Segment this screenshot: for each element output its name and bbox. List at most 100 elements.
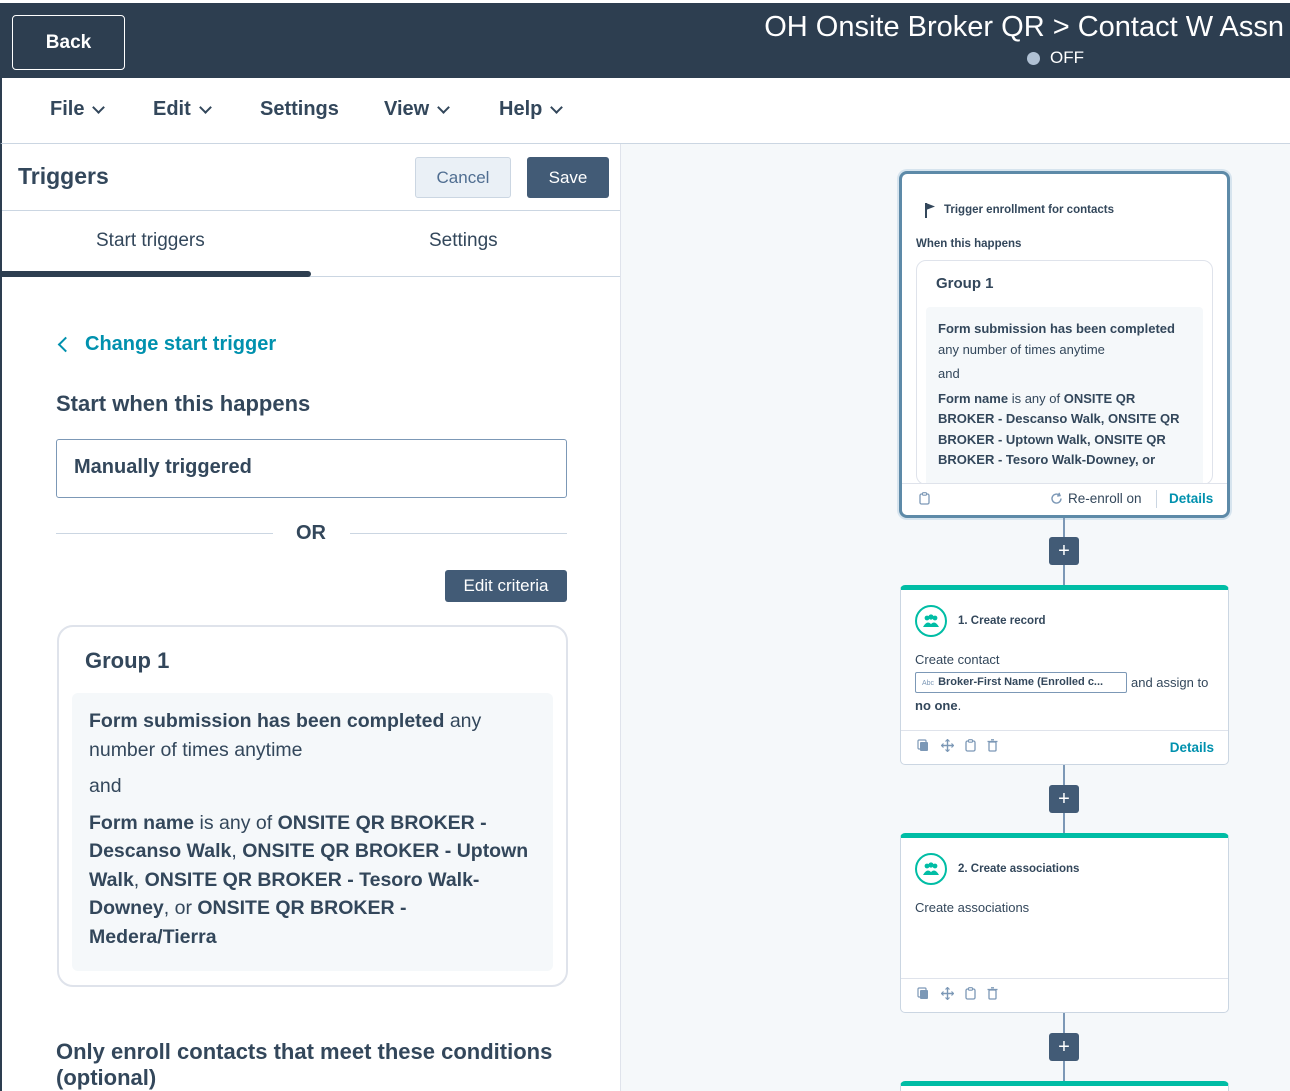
copy-icon[interactable]: [917, 987, 930, 1000]
action-node-create-record[interactable]: 1. Create record Create contact Abc Broke…: [900, 585, 1229, 765]
action-2-title: 2. Create associations: [958, 863, 1080, 875]
divider: [2, 210, 620, 211]
menu-help-label: Help: [499, 98, 543, 120]
panel-title: Triggers: [18, 163, 109, 189]
trigger-node-condition-1-rest: any number of times anytime: [938, 341, 1105, 357]
condition-2-sep-1: ,: [231, 840, 243, 862]
condition-2: Form name is any of ONSITE QR BROKER - D…: [89, 809, 536, 952]
condition-2-sep-2: ,: [133, 868, 145, 891]
active-tab-indicator: [2, 271, 311, 277]
clipboard-icon[interactable]: [965, 739, 976, 752]
footer-separator: [1156, 490, 1157, 508]
tab-settings[interactable]: Settings: [429, 230, 498, 252]
menu-edit[interactable]: Edit: [153, 98, 212, 121]
menu-help[interactable]: Help: [499, 98, 564, 121]
trigger-node-condition-2: Form name is any of ONSITE QR BROKER - D…: [938, 389, 1191, 471]
token-label: Broker-First Name (Enrolled c...: [938, 676, 1104, 688]
assignee-suffix: .: [957, 698, 962, 713]
trigger-node-group: Group 1 Form submission has been complet…: [916, 260, 1213, 485]
condition-2-field: Form name: [89, 811, 195, 834]
action-1-details-link[interactable]: Details: [1170, 740, 1214, 755]
trigger-node[interactable]: Trigger enrollment for contacts When thi…: [899, 171, 1230, 518]
triggers-panel: Triggers Cancel Save Start triggers Sett…: [0, 144, 621, 1091]
menu-file[interactable]: File: [50, 98, 106, 121]
status-dot-icon: [1027, 51, 1040, 65]
action-2-description: Create associations: [915, 900, 1030, 915]
chevron-down-icon: [198, 100, 212, 114]
condition-2-sep-3: , or: [163, 897, 198, 919]
clipboard-icon[interactable]: [965, 987, 976, 1000]
status-label: OFF: [1050, 48, 1084, 67]
assignee-text: no one.: [915, 698, 961, 713]
assignee-value: no one: [915, 698, 958, 713]
trigger-node-and-label: and: [938, 366, 960, 381]
clipboard-icon[interactable]: [919, 492, 930, 505]
group-title: Group 1: [85, 648, 170, 673]
people-icon: [915, 853, 947, 885]
tab-start-triggers[interactable]: Start triggers: [96, 230, 205, 252]
change-start-trigger-label: Change start trigger: [85, 333, 277, 355]
action-1-token-row: Abc Broker-First Name (Enrolled c... and …: [915, 672, 1208, 693]
trash-icon[interactable]: [987, 987, 998, 1000]
reenroll-label: Re-enroll on: [1068, 491, 1142, 506]
and-label: and: [89, 775, 122, 797]
trigger-node-condition-1: Form submission has been completed any n…: [938, 319, 1191, 360]
chevron-left-icon: [57, 336, 74, 353]
add-action-button[interactable]: +: [1049, 785, 1079, 813]
trigger-node-header: Trigger enrollment for contacts: [924, 202, 1114, 218]
personalization-token: Abc Broker-First Name (Enrolled c...: [915, 672, 1127, 693]
trigger-node-when-label: When this happens: [916, 238, 1022, 250]
menu-view-label: View: [384, 98, 430, 120]
move-icon[interactable]: [941, 987, 954, 1000]
trigger-node-group-title: Group 1: [936, 275, 994, 292]
token-prefix: Abc: [922, 680, 935, 687]
refresh-icon: [1051, 492, 1062, 504]
or-label: OR: [296, 522, 326, 544]
edit-criteria-button[interactable]: Edit criteria: [445, 570, 567, 602]
trigger-node-conditions: Form submission has been completed any n…: [926, 307, 1203, 484]
menu-edit-label: Edit: [153, 98, 191, 120]
workflow-canvas[interactable]: Trigger enrollment for contacts When thi…: [621, 144, 1290, 1091]
trigger-group-card: Group 1 Form submission has been complet…: [57, 625, 568, 987]
cancel-button[interactable]: Cancel: [415, 157, 511, 198]
trigger-node-title: Trigger enrollment for contacts: [944, 204, 1114, 216]
action-node-create-associations[interactable]: 2. Create associations Create associatio…: [900, 833, 1229, 1013]
or-line-left: [56, 533, 273, 534]
menu-file-label: File: [50, 98, 85, 120]
menu-settings[interactable]: Settings: [260, 98, 339, 121]
group-conditions: Form submission has been completed any n…: [72, 693, 553, 971]
chevron-down-icon: [550, 100, 564, 114]
or-line-right: [350, 533, 567, 534]
add-action-button[interactable]: +: [1049, 1033, 1079, 1061]
trash-icon[interactable]: [987, 739, 998, 752]
manual-trigger-option[interactable]: Manually triggered: [56, 439, 567, 498]
add-action-button[interactable]: +: [1049, 537, 1079, 565]
top-bar: Back OH Onsite Broker QR > Contact W Ass…: [0, 0, 1290, 78]
action-1-description: Create contact: [915, 652, 1000, 667]
save-button[interactable]: Save: [527, 157, 609, 198]
menu-bar: File Edit Settings View Help: [0, 78, 1290, 144]
copy-icon[interactable]: [917, 739, 930, 752]
or-separator: OR: [56, 522, 567, 546]
workflow-status: OFF: [1027, 48, 1084, 68]
trigger-details-link[interactable]: Details: [1169, 491, 1213, 506]
condition-2-op: is any of: [194, 811, 278, 834]
workflow-title[interactable]: OH Onsite Broker QR > Contact W Assn: [764, 11, 1284, 44]
action-1-title: 1. Create record: [958, 615, 1046, 627]
condition-1-bold: Form submission has been completed: [89, 710, 445, 732]
reenroll-status[interactable]: Re-enroll on: [1050, 491, 1142, 506]
action-2-tools: [917, 987, 998, 1000]
back-button[interactable]: Back: [12, 15, 125, 70]
change-start-trigger-link[interactable]: Change start trigger: [57, 333, 277, 356]
action-node-next[interactable]: [900, 1081, 1229, 1091]
action-2-footer: [901, 978, 1228, 1012]
people-icon: [915, 605, 947, 637]
move-icon[interactable]: [941, 739, 954, 752]
chevron-down-icon: [92, 100, 106, 114]
only-enroll-heading: Only enroll contacts that meet these con…: [56, 1039, 553, 1090]
assign-text: and assign to: [1131, 675, 1209, 690]
flag-icon: [925, 203, 935, 218]
action-1-tools: [917, 739, 998, 752]
menu-view[interactable]: View: [384, 98, 451, 121]
menu-settings-label: Settings: [260, 98, 339, 120]
